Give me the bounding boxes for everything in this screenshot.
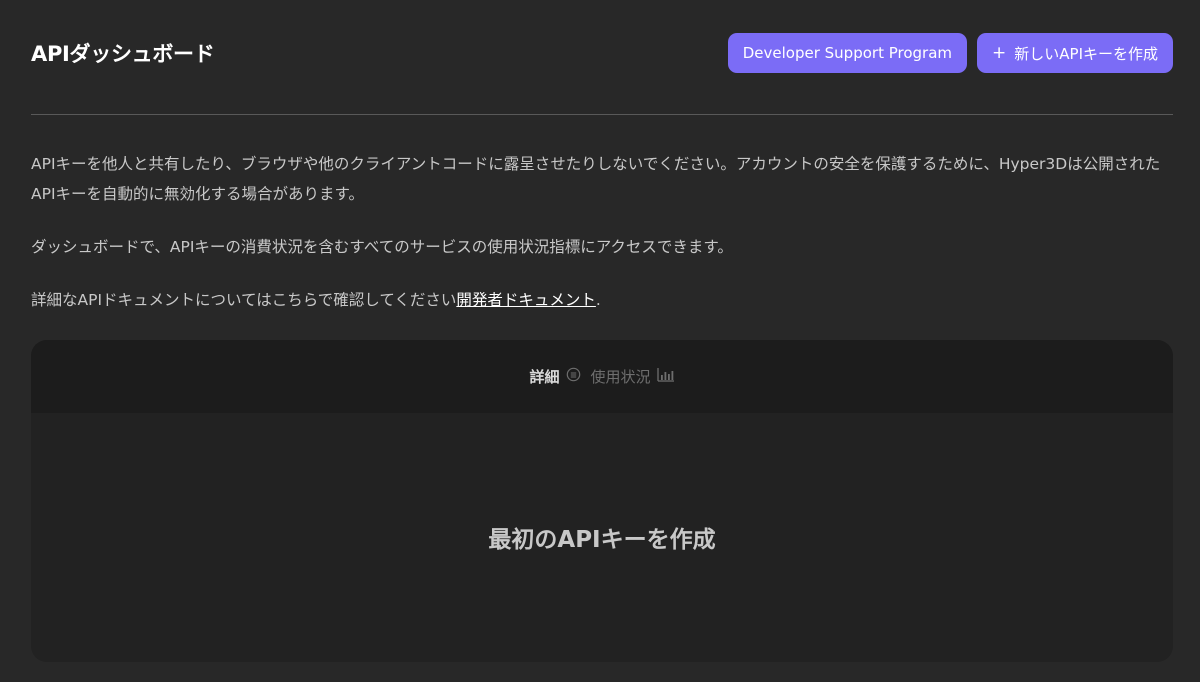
docs-info-prefix: 詳細なAPIドキュメントについてはこちらで確認してください: [31, 291, 457, 309]
tab-usage-label: 使用状況: [590, 368, 651, 386]
create-api-key-button[interactable]: + 新しいAPIキーを作成: [977, 33, 1173, 73]
plus-icon: +: [992, 42, 1007, 63]
tab-usage[interactable]: 使用状況: [591, 366, 675, 387]
panel-tabs: 詳細 使用状況: [31, 340, 1173, 413]
developer-support-program-button[interactable]: Developer Support Program: [727, 33, 968, 73]
bar-chart-icon: [656, 367, 675, 386]
page-header: APIダッシュボード Developer Support Program + 新…: [31, 0, 1173, 115]
header-actions: Developer Support Program + 新しいAPIキーを作成: [727, 33, 1173, 73]
create-api-key-label: 新しいAPIキーを作成: [1014, 44, 1158, 63]
usage-info-text: ダッシュボードで、APIキーの消費状況を含むすべてのサービスの使用状況指標にアク…: [31, 238, 733, 256]
tab-details-label: 詳細: [529, 368, 560, 386]
api-keys-panel: 詳細 使用状況 最初のAPIキーを作成: [31, 340, 1173, 662]
empty-state-title: 最初のAPIキーを作成: [488, 527, 716, 553]
page-title: APIダッシュボード: [31, 42, 215, 66]
docs-info-text: 詳細なAPIドキュメントについてはこちらで確認してください開発者ドキュメント.: [31, 285, 1173, 315]
security-warning-text: APIキーを他人と共有したり、ブラウザや他のクライアントコードに露呈させたりしな…: [31, 155, 1161, 203]
docs-info-suffix: .: [595, 291, 601, 309]
developer-support-program-label: Developer Support Program: [742, 44, 953, 62]
developer-docs-link[interactable]: 開発者ドキュメント: [456, 291, 596, 309]
list-icon: [566, 367, 581, 386]
tab-details[interactable]: 詳細: [529, 366, 580, 387]
intro-text: APIキーを他人と共有したり、ブラウザや他のクライアントコードに露呈させたりしな…: [31, 149, 1173, 315]
